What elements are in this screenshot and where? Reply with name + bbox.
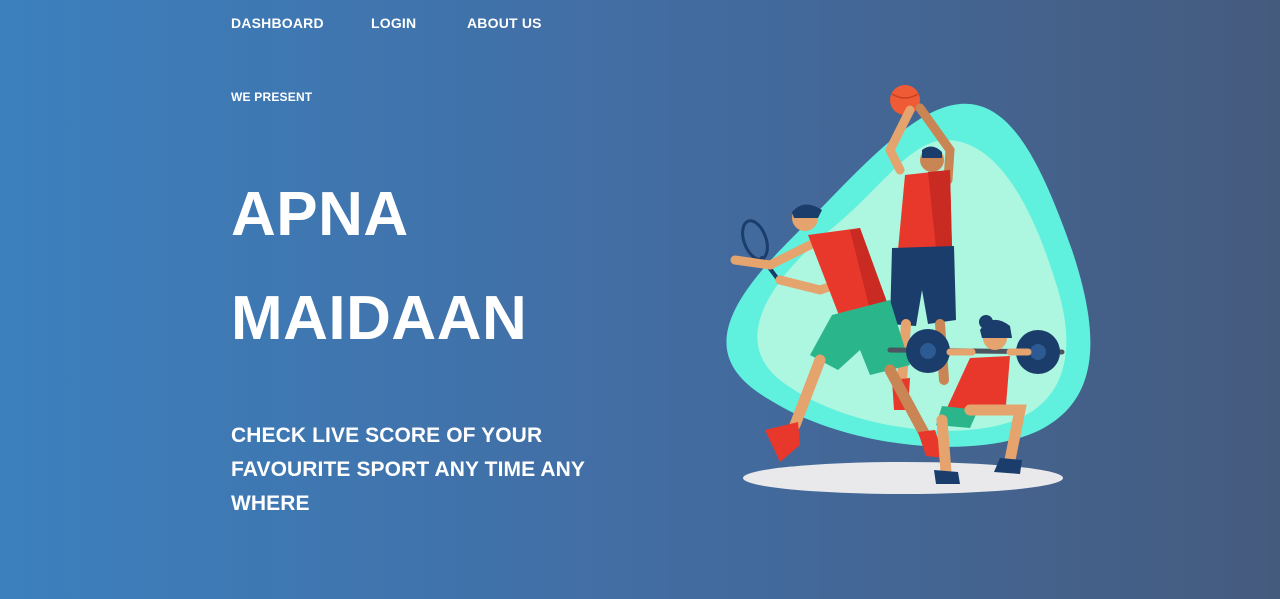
nav-about-us-link[interactable]: ABOUT US (467, 14, 567, 32)
hero-eyebrow: WE PRESENT (231, 90, 313, 104)
nav-dashboard-link[interactable]: DASHBOARD (231, 14, 371, 32)
top-nav: DASHBOARD LOGIN ABOUT US (231, 14, 567, 32)
hero-title-line-2: MAIDAAN (231, 284, 528, 353)
tennis-racket-icon (741, 219, 769, 261)
nav-login-link[interactable]: LOGIN (371, 14, 467, 32)
hero-tagline: CHECK LIVE SCORE OF YOUR FAVOURITE SPORT… (231, 424, 585, 515)
hero-title-line-1: APNA (231, 180, 409, 249)
sports-players-illustration (726, 85, 1091, 494)
